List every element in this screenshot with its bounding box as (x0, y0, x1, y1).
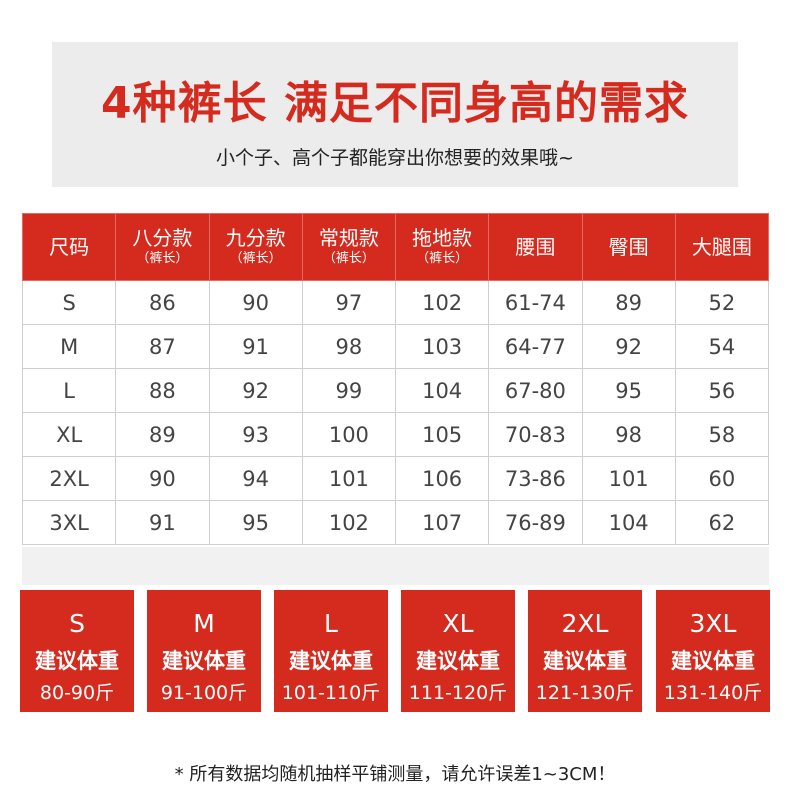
column-header: 臀围 (581, 213, 676, 281)
card-range: 111-120斤 (408, 682, 508, 704)
measurement-cell: 67-80 (488, 368, 583, 413)
column-header: 九分款 （裤长） (208, 213, 303, 281)
size-cell: 3XL (21, 500, 117, 545)
header-banner: 4种裤长 满足不同身高的需求 小个子、高个子都能穿出你想要的效果哦~ (52, 42, 738, 187)
table-header-row: 尺码 八分款 （裤长） 九分款 （裤长） 常规款 （裤长） 拖地款 （裤长） 腰围 臀围… (21, 213, 770, 281)
weight-card: S 建议体重 80-90斤 (20, 590, 134, 712)
measurement-cell: 73-86 (488, 456, 583, 501)
measurement-cell: 91 (115, 500, 210, 545)
weight-card: M 建议体重 91-100斤 (147, 590, 261, 712)
weight-card: XL 建议体重 111-120斤 (401, 590, 515, 712)
measurement-cell: 107 (394, 500, 490, 545)
measurement-cell: 101 (301, 456, 397, 501)
card-range: 131-140斤 (663, 682, 763, 704)
measurement-cell: 87 (115, 324, 210, 369)
measurement-cell: 89 (581, 280, 676, 325)
weight-card: 3XL 建议体重 131-140斤 (656, 590, 770, 712)
column-header: 八分款 （裤长） (115, 213, 210, 281)
column-header: 腰围 (488, 213, 583, 281)
table-row: S 86 90 97 102 61-74 89 52 (21, 280, 770, 325)
measurement-cell: 90 (115, 456, 210, 501)
table-row: XL 89 93 100 105 70-83 98 58 (21, 412, 770, 457)
page-title: 4种裤长 满足不同身高的需求 (101, 78, 689, 129)
size-cell: 2XL (21, 456, 117, 501)
measurement-cell: 93 (208, 412, 303, 457)
page-subtitle: 小个子、高个子都能穿出你想要的效果哦~ (216, 147, 574, 169)
card-range: 80-90斤 (39, 682, 115, 704)
measurement-cell: 101 (581, 456, 676, 501)
card-label: 建议体重 (416, 649, 500, 673)
weight-cards: S 建议体重 80-90斤 M 建议体重 91-100斤 L 建议体重 101-… (20, 590, 770, 712)
measurement-cell: 52 (674, 280, 770, 325)
measurement-cell: 64-77 (488, 324, 583, 369)
measurement-cell: 94 (208, 456, 303, 501)
card-size: 3XL (689, 609, 737, 638)
size-cell: L (21, 368, 117, 413)
measurement-cell: 104 (581, 500, 676, 545)
measurement-cell: 102 (301, 500, 397, 545)
measurement-cell: 100 (301, 412, 397, 457)
column-header: 尺码 (21, 213, 117, 281)
card-size: S (69, 609, 85, 638)
card-size: XL (442, 609, 474, 638)
measurement-cell: 102 (394, 280, 490, 325)
size-chart-table: 尺码 八分款 （裤长） 九分款 （裤长） 常规款 （裤长） 拖地款 （裤长） 腰围 臀围… (21, 213, 770, 545)
card-label: 建议体重 (671, 649, 755, 673)
measurement-note: * 所有数据均随机抽样平铺测量，请允许误差1~3CM！ (174, 764, 616, 785)
measurement-cell: 88 (115, 368, 210, 413)
measurement-cell: 92 (208, 368, 303, 413)
card-label: 建议体重 (543, 649, 627, 673)
size-cell: XL (21, 412, 117, 457)
card-size: 2XL (561, 609, 609, 638)
size-cell: S (21, 280, 117, 325)
size-cell: M (21, 324, 117, 369)
measurement-cell: 61-74 (488, 280, 583, 325)
table-row: L 88 92 99 104 67-80 95 56 (21, 368, 770, 413)
measurement-cell: 95 (208, 500, 303, 545)
measurement-cell: 99 (301, 368, 397, 413)
column-header: 拖地款 （裤长） (394, 213, 490, 281)
column-header: 大腿围 (674, 213, 770, 281)
measurement-cell: 103 (394, 324, 490, 369)
table-row: 2XL 90 94 101 106 73-86 101 60 (21, 456, 770, 501)
card-range: 121-130斤 (535, 682, 635, 704)
weight-card: 2XL 建议体重 121-130斤 (528, 590, 642, 712)
measurement-cell: 98 (301, 324, 397, 369)
measurement-cell: 70-83 (488, 412, 583, 457)
measurement-cell: 105 (394, 412, 490, 457)
card-size: L (324, 609, 338, 638)
measurement-cell: 95 (581, 368, 676, 413)
measurement-cell: 86 (115, 280, 210, 325)
measurement-cell: 62 (674, 500, 770, 545)
measurement-cell: 90 (208, 280, 303, 325)
card-range: 101-110斤 (281, 682, 381, 704)
divider-band (22, 547, 769, 585)
measurement-cell: 104 (394, 368, 490, 413)
card-label: 建议体重 (35, 649, 119, 673)
measurement-cell: 92 (581, 324, 676, 369)
measurement-cell: 97 (301, 280, 397, 325)
measurement-cell: 60 (674, 456, 770, 501)
measurement-cell: 98 (581, 412, 676, 457)
table-row: 3XL 91 95 102 107 76-89 104 62 (21, 500, 770, 545)
card-label: 建议体重 (289, 649, 373, 673)
measurement-cell: 56 (674, 368, 770, 413)
measurement-cell: 76-89 (488, 500, 583, 545)
measurement-cell: 58 (674, 412, 770, 457)
card-range: 91-100斤 (160, 682, 248, 704)
measurement-cell: 106 (394, 456, 490, 501)
weight-card: L 建议体重 101-110斤 (274, 590, 388, 712)
measurement-cell: 89 (115, 412, 210, 457)
table-row: M 87 91 98 103 64-77 92 54 (21, 324, 770, 369)
measurement-cell: 91 (208, 324, 303, 369)
card-size: M (193, 609, 215, 638)
card-label: 建议体重 (162, 649, 246, 673)
column-header: 常规款 （裤长） (301, 213, 397, 281)
measurement-cell: 54 (674, 324, 770, 369)
